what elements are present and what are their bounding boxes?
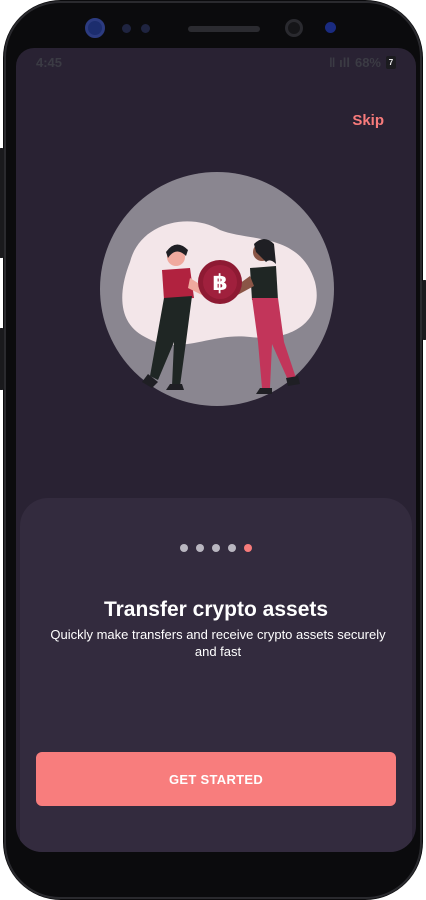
status-bar: 4:45 ǁ ıll 68% 7 [16, 48, 416, 76]
onboarding-card: Transfer crypto assets Quickly make tran… [20, 498, 412, 852]
earpiece-speaker [188, 26, 260, 32]
status-time: 4:45 [36, 55, 63, 70]
page-dot-2[interactable] [196, 544, 204, 552]
onboarding-subtitle: Quickly make transfers and receive crypt… [50, 627, 386, 659]
get-started-button[interactable]: GET STARTED [36, 752, 396, 806]
app-screen: 4:45 ǁ ıll 68% 7 Skip ฿ Transfer crypto … [16, 48, 416, 852]
bitcoin-symbol: ฿ [212, 271, 227, 296]
signal-icon: ǁ ıll [329, 55, 350, 70]
status-right: ǁ ıll 68% 7 [329, 55, 396, 70]
page-dot-4[interactable] [228, 544, 236, 552]
top-bezel [3, 0, 423, 48]
page-dot-3[interactable] [212, 544, 220, 552]
phone-frame: 4:45 ǁ ıll 68% 7 Skip ฿ Transfer crypto … [0, 0, 426, 900]
front-camera [285, 19, 303, 37]
battery-percent: 68% [354, 55, 381, 70]
iris-sensor [85, 18, 105, 38]
light-sensor [141, 24, 150, 33]
page-dot-1[interactable] [180, 544, 188, 552]
front-camera-lens [325, 22, 336, 33]
proximity-sensor [122, 24, 131, 33]
bitcoin-exchange-illustration: ฿ [100, 172, 334, 406]
volume-button [0, 148, 4, 258]
power-button [422, 280, 426, 340]
page-dot-5-active[interactable] [244, 544, 252, 552]
onboarding-title: Transfer crypto assets [103, 598, 329, 621]
bixby-button [0, 328, 4, 390]
bitcoin-coin: ฿ [198, 260, 242, 304]
notification-badge: 7 [386, 56, 396, 69]
skip-button[interactable]: Skip [352, 112, 384, 129]
page-indicator [20, 544, 412, 552]
